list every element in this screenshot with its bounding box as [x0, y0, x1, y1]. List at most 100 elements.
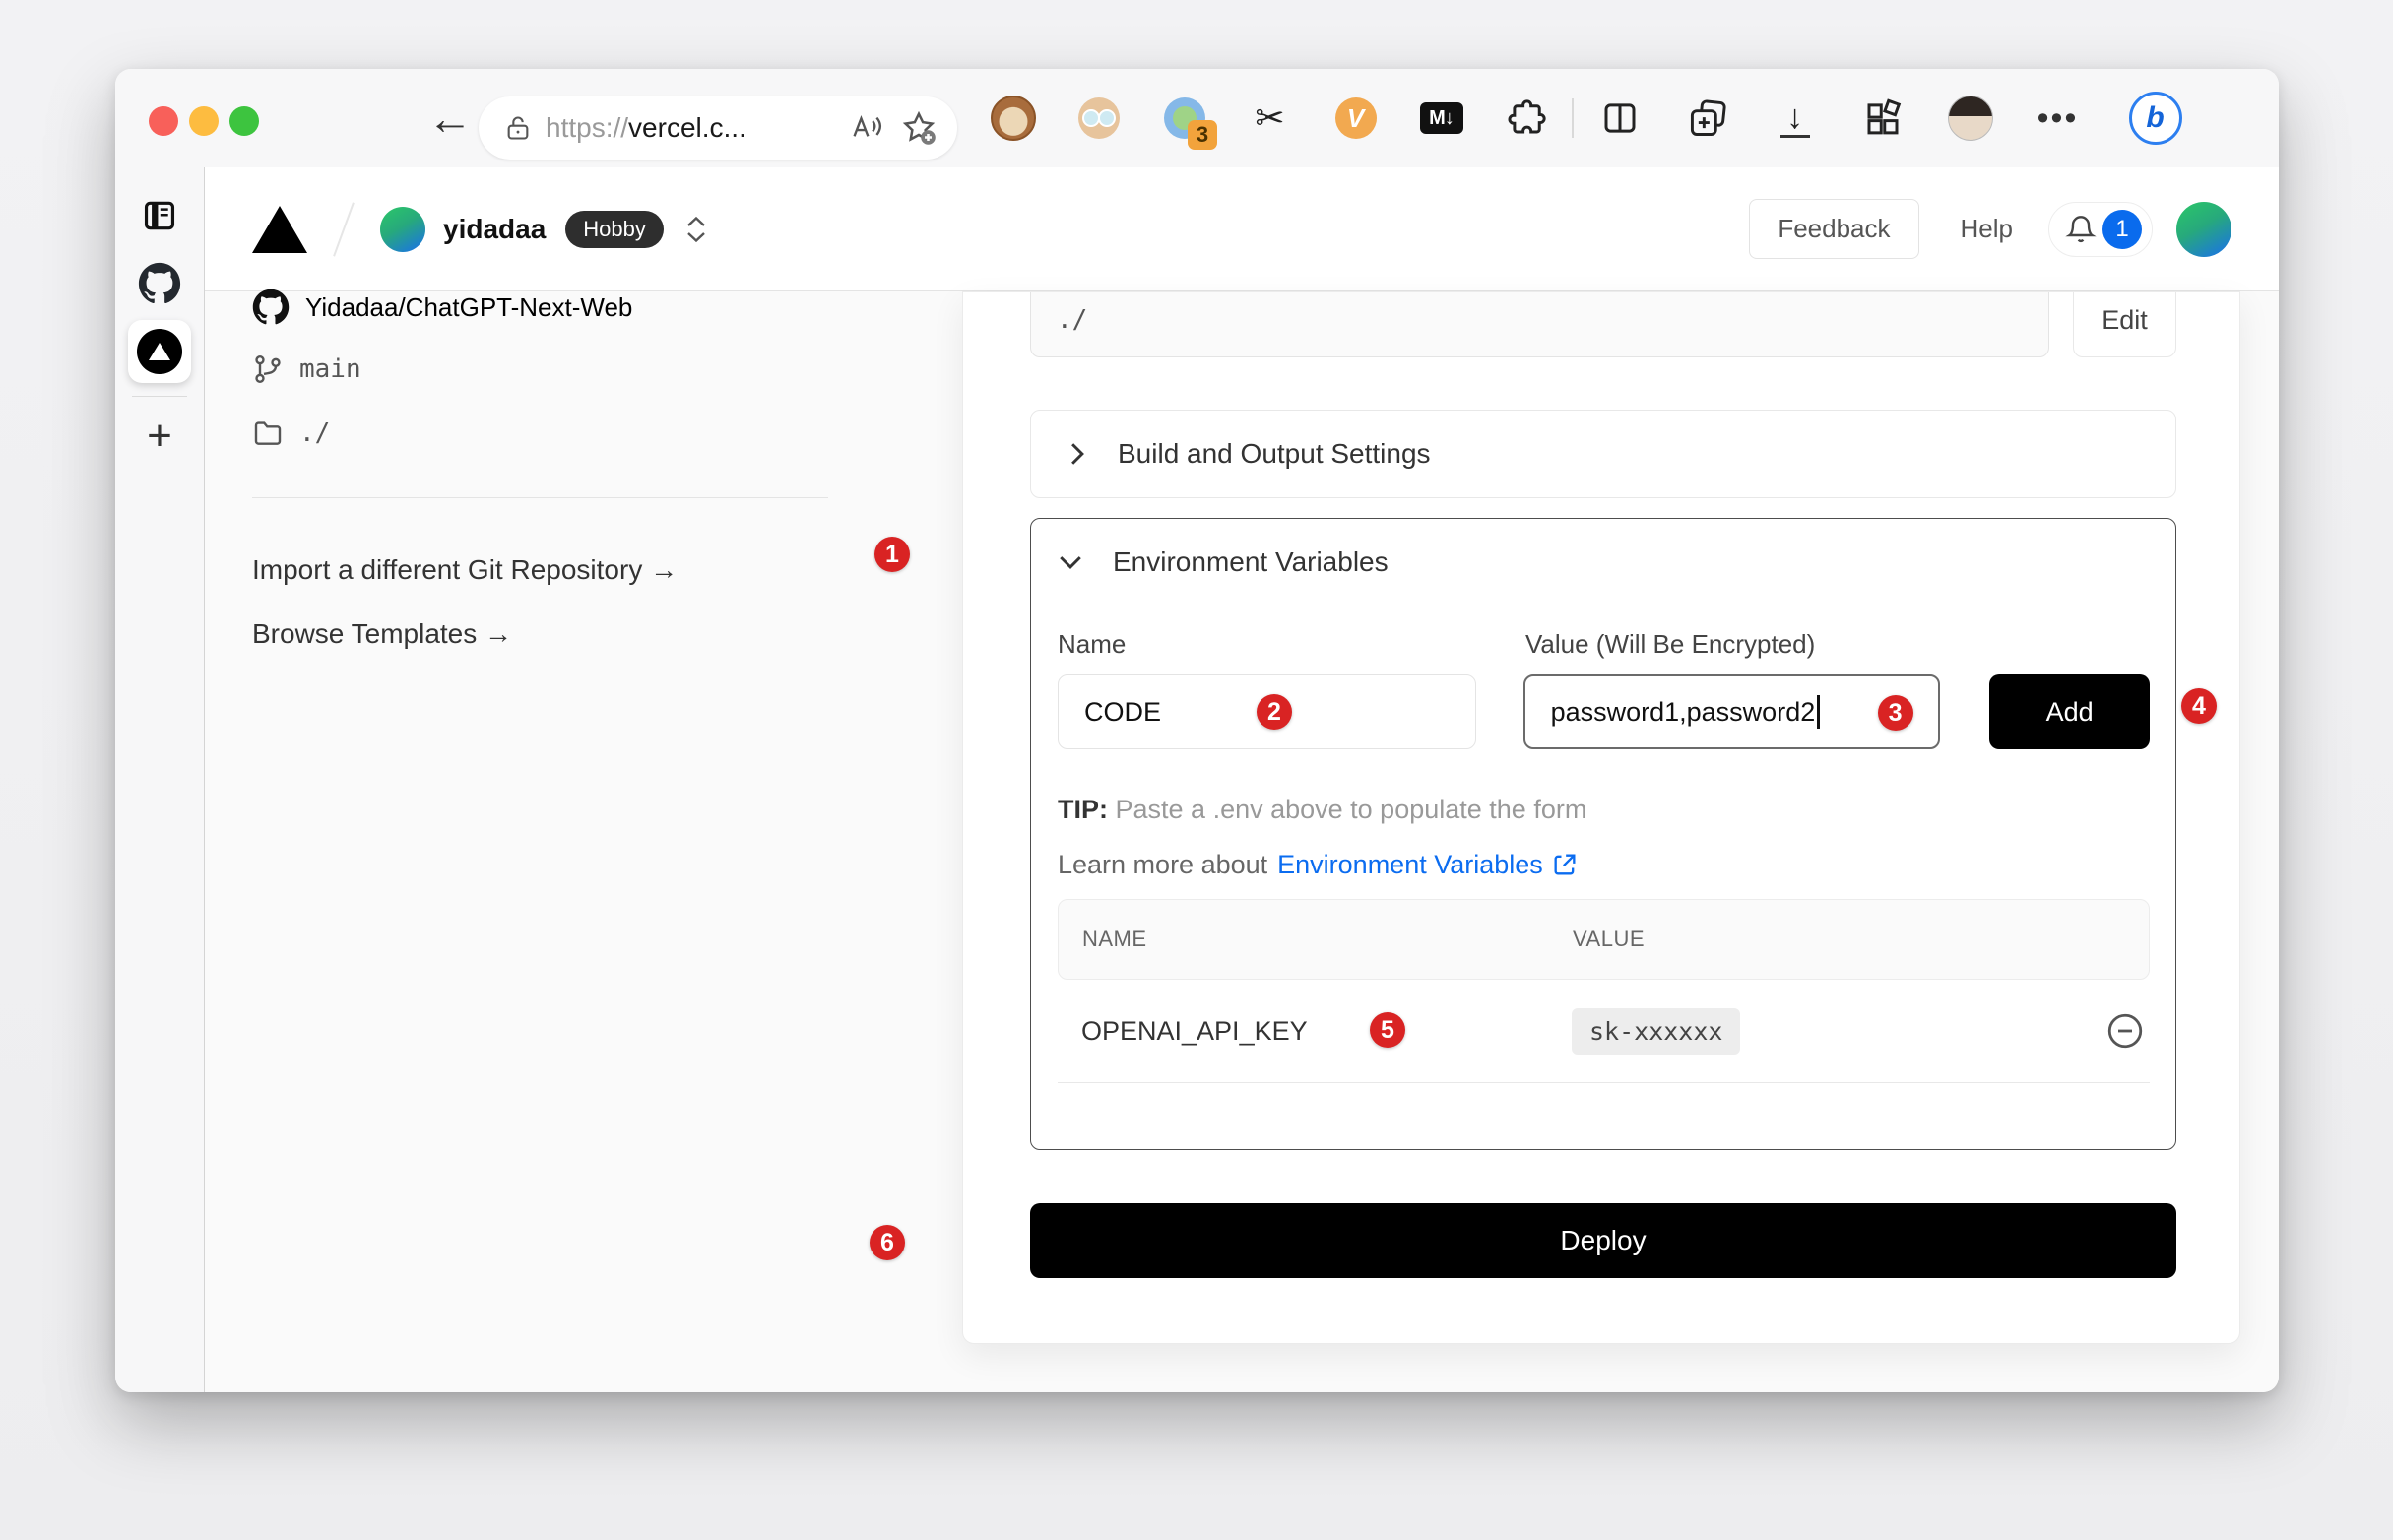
annotation-badge-4: 4: [2181, 688, 2217, 724]
env-value-text: password1,password2: [1551, 697, 1816, 728]
env-row-name: OPENAI_API_KEY: [1058, 1016, 1572, 1047]
panel-divider: [252, 497, 828, 498]
text-cursor: [1817, 695, 1820, 729]
tampermonkey-extension-icon[interactable]: [970, 69, 1056, 167]
root-directory-input[interactable]: ./: [1030, 291, 2049, 357]
root-dir: ./: [299, 418, 330, 448]
zoom-window-button[interactable]: [229, 106, 259, 136]
value-label: Value (Will Be Encrypted): [1525, 629, 1943, 659]
translate-extension-icon[interactable]: 3: [1141, 69, 1227, 167]
env-table-row: OPENAI_API_KEY 5 sk-xxxxxx: [1058, 980, 2150, 1083]
extensions-puzzle-icon[interactable]: [1484, 69, 1570, 167]
name-label: Name: [1058, 629, 1476, 659]
col-value-header: VALUE: [1573, 927, 1645, 952]
browse-templates-link[interactable]: Browse Templates →: [252, 612, 512, 656]
remove-env-button[interactable]: [2104, 1010, 2150, 1052]
env-section-header[interactable]: Environment Variables: [1058, 545, 2150, 579]
toolbar-divider: [1572, 98, 1574, 138]
deploy-button[interactable]: Deploy: [1030, 1203, 2176, 1278]
env-name-input[interactable]: CODE 2: [1058, 674, 1476, 749]
vercel-tab-icon: [137, 329, 182, 374]
team-avatar[interactable]: [380, 207, 425, 252]
annotation-badge-1: 1: [874, 537, 910, 572]
url-host: vercel.c...: [628, 112, 746, 143]
col-name-header: NAME: [1059, 927, 1573, 952]
extension-badge: 3: [1188, 120, 1217, 150]
notification-count-badge: 1: [2102, 210, 2142, 249]
workspaces-icon[interactable]: [115, 197, 204, 234]
split-screen-icon[interactable]: [1576, 69, 1663, 167]
git-branch-icon: [252, 353, 284, 385]
feedback-button[interactable]: Feedback: [1749, 199, 1918, 259]
vercel-header: yidadaa Hobby Feedback Help 1: [205, 167, 2279, 291]
github-tab-icon[interactable]: [115, 262, 204, 305]
env-table: NAME VALUE OPENAI_API_KEY 5 sk-xxxxxx: [1058, 899, 2150, 1083]
env-docs-link-text: Environment Variables: [1277, 850, 1543, 880]
chevron-right-icon: [1067, 441, 1088, 467]
root-dir-row: ./: [252, 412, 330, 455]
tip-row: TIP: Paste a .env above to populate the …: [1058, 795, 2150, 824]
help-link[interactable]: Help: [1961, 214, 2013, 244]
lock-icon: [504, 112, 532, 144]
url-text: https://vercel.c...: [546, 112, 746, 144]
read-aloud-icon[interactable]: [849, 111, 884, 145]
env-value-input[interactable]: password1,password2 3: [1523, 674, 1941, 749]
edit-root-button[interactable]: Edit: [2073, 291, 2176, 357]
environment-variables-section: Environment Variables Name Value (Will B…: [1030, 518, 2176, 1150]
tip-label: TIP:: [1058, 795, 1108, 824]
env-docs-link[interactable]: Environment Variables: [1277, 850, 1579, 880]
breadcrumb-slash: [333, 202, 355, 256]
tip-text: Paste a .env above to populate the form: [1108, 795, 1586, 824]
new-tab-button[interactable]: +: [115, 412, 204, 461]
user-avatar[interactable]: [2176, 202, 2231, 257]
import-different-repo-link[interactable]: Import a different Git Repository →: [252, 548, 678, 592]
team-selector-icon[interactable]: [685, 216, 707, 243]
browser-sidebar: +: [115, 167, 205, 1392]
minus-circle-icon: [2104, 1010, 2146, 1052]
bell-icon: [2065, 214, 2097, 245]
page-body: Yidadaa/ChatGPT-Next-Web main ./: [205, 291, 2279, 1392]
annotation-badge-2: 2: [1257, 694, 1292, 730]
branch-row: main: [252, 348, 361, 391]
external-link-icon: [1551, 851, 1579, 878]
address-bar[interactable]: https://vercel.c...: [479, 96, 957, 160]
notifications-button[interactable]: 1: [2048, 202, 2153, 257]
learn-more-row: Learn more about Environment Variables: [1058, 848, 2150, 881]
learn-prefix: Learn more about: [1058, 850, 1267, 880]
vercel-logo[interactable]: [252, 206, 307, 253]
downloads-icon[interactable]: ↓: [1751, 69, 1839, 167]
env-name-value: CODE: [1084, 697, 1161, 728]
markdown-download-extension-icon[interactable]: M↓: [1398, 69, 1484, 167]
chevron-down-icon: [1058, 553, 1083, 571]
root-directory-row: ./ Edit: [1030, 291, 2176, 357]
account-name[interactable]: yidadaa: [443, 214, 546, 245]
repo-row: Yidadaa/ChatGPT-Next-Web: [252, 284, 632, 331]
env-section-title: Environment Variables: [1113, 546, 1389, 578]
avatar-extension-icon[interactable]: [1056, 69, 1141, 167]
close-window-button[interactable]: [149, 106, 178, 136]
vimium-extension-icon[interactable]: V: [1313, 69, 1398, 167]
screenshot-extension-icon[interactable]: ✂: [1227, 69, 1313, 167]
browser-window: ← https://vercel.c...: [115, 69, 2279, 1392]
vercel-tab-active[interactable]: [128, 320, 191, 383]
profile-avatar[interactable]: [1926, 69, 2014, 167]
bing-chat-icon[interactable]: b: [2111, 69, 2199, 167]
extension-icons-row: 3 ✂ V M↓: [970, 69, 2199, 167]
branch-name: main: [299, 354, 361, 384]
browser-essentials-icon[interactable]: [1839, 69, 1926, 167]
vercel-page: yidadaa Hobby Feedback Help 1: [205, 167, 2279, 1392]
add-env-button[interactable]: Add: [1989, 674, 2150, 749]
minimize-window-button[interactable]: [189, 106, 219, 136]
build-output-settings-section[interactable]: Build and Output Settings: [1030, 410, 2176, 498]
annotation-badge-6: 6: [870, 1225, 905, 1260]
field-labels: Name Value (Will Be Encrypted): [1058, 629, 2150, 659]
more-menu-icon[interactable]: •••: [2014, 69, 2102, 167]
folder-icon: [252, 417, 284, 449]
collections-icon[interactable]: [1663, 69, 1751, 167]
annotation-badge-5: 5: [1370, 1012, 1405, 1048]
back-button[interactable]: ←: [416, 69, 485, 167]
plan-badge: Hobby: [565, 211, 664, 248]
add-favorite-icon[interactable]: [900, 109, 938, 147]
annotation-badge-3: 3: [1878, 695, 1913, 731]
env-input-row: CODE 2 password1,password2 3 Add: [1058, 674, 2150, 749]
